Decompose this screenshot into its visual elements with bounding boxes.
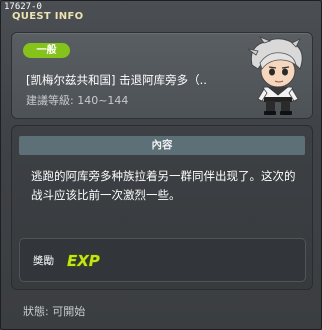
reward-box: 獎勵 EXP [19,238,306,282]
quest-name: [凯梅尔兹共和国] 击退阿库旁多（.. [26,73,207,87]
window-title: QUEST INFO [12,11,84,22]
reward-label: 獎勵 [33,255,54,267]
quest-level-range: 建議等級: 140~144 [26,94,129,107]
quest-content-panel: 內容 逃跑的阿库旁多种族拉着另一群同伴出现了。这次的战斗应该比前一次激烈一些。 … [11,125,313,290]
npc-avatar-icon [247,36,303,115]
exp-icon: EXP [66,251,100,270]
quest-description: 逃跑的阿库旁多种族拉着另一群同伴出现了。这次的战斗应该比前一次激烈一些。 [31,169,296,202]
category-badge: 一般 [23,43,70,58]
quest-summary-panel: 一般 [凯梅尔兹共和国] 击退阿库旁多（.. 建議等級: 140~144 [11,32,313,119]
quest-info-window: 17627-0 QUEST INFO 一般 [凯梅尔兹共和国] 击退阿库旁多（.… [0,0,322,330]
quest-status: 狀態: 可開始 [23,305,86,318]
exp-icon-text: EXP [67,252,100,270]
content-header: 內容 [19,136,305,155]
